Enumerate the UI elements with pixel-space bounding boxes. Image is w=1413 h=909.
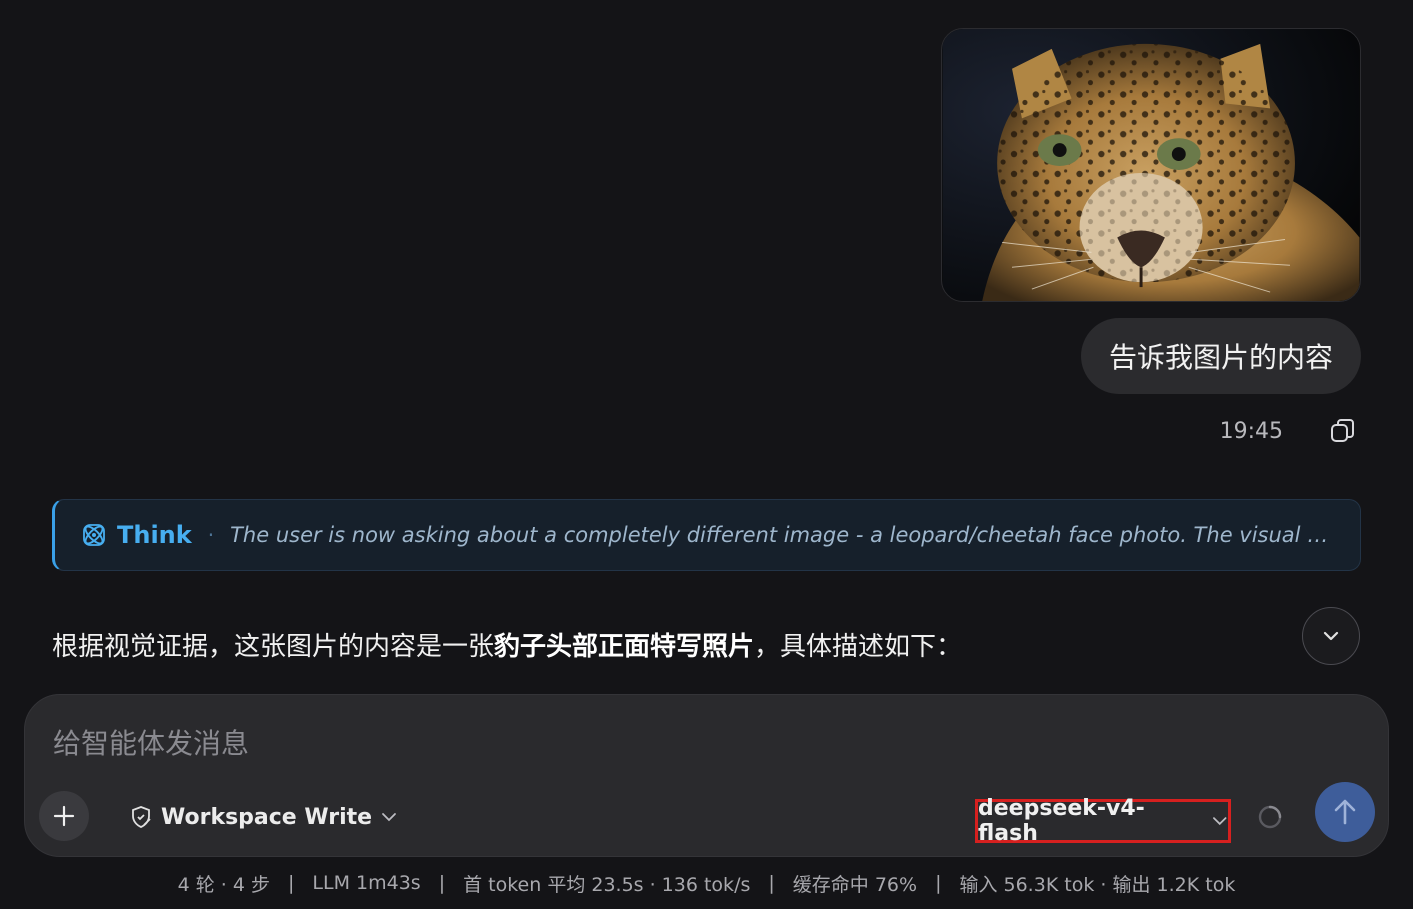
think-summary: The user is now asking about a completel… [230,523,1338,547]
think-panel[interactable]: Think · The user is now asking about a c… [52,499,1361,571]
atom-icon [83,524,105,546]
plus-icon [53,805,75,827]
status-separator: | [288,872,295,894]
message-meta: 19:45 [1220,414,1357,448]
status-cache-hit: 缓存命中 76% [792,873,918,896]
scroll-to-bottom-button[interactable] [1302,607,1360,665]
user-image-attachment[interactable] [941,28,1361,302]
assistant-answer: 根据视觉证据，这张图片的内容是一张豹子头部正面特写照片，具体描述如下： [52,626,962,663]
status-token-io: 输入 56.3K tok · 输出 1.2K tok [959,873,1236,896]
chevron-down-icon [382,813,397,822]
copy-icon[interactable] [1329,417,1357,445]
arrow-up-icon [1334,799,1356,825]
message-time: 19:45 [1219,418,1283,444]
think-separator: · [207,523,215,547]
answer-bold: 豹子头部正面特写照片 [494,632,755,662]
chevron-down-icon [1323,631,1339,641]
status-separator: | [768,872,775,894]
chat-app: 告诉我图片的内容 19:45 Think · The user is now a… [0,0,1413,909]
think-label: Think [117,521,192,549]
status-separator: | [438,872,446,894]
status-separator: | [935,872,942,894]
loading-spinner-icon [1258,805,1282,829]
user-message-bubble: 告诉我图片的内容 [1080,318,1361,394]
shield-edit-icon [132,806,151,828]
workspace-mode-label: Workspace Write [161,804,373,830]
status-bar: 4 轮 · 4 步 | LLM 1m43s | 首 token 平均 23.5s… [0,868,1413,898]
message-composer: Workspace Write deepseek-v4-flash [24,694,1389,857]
add-attachment-button[interactable] [39,791,89,841]
status-first-token: 首 token 平均 23.5s · 136 tok/s [463,873,751,896]
answer-prefix: 根据视觉证据，这张图片的内容是一张 [52,632,495,662]
model-label: deepseek-v4-flash [978,796,1145,846]
model-selector[interactable]: deepseek-v4-flash [975,796,1231,846]
chevron-down-icon [1212,817,1226,826]
send-button[interactable] [1315,782,1375,842]
message-input[interactable] [53,723,1053,763]
status-rounds: 4 轮 · 4 步 [177,873,271,896]
status-llm-time: LLM 1m43s [312,872,421,894]
workspace-mode-selector[interactable]: Workspace Write [129,799,398,835]
user-message-text: 告诉我图片的内容 [1108,341,1333,374]
answer-suffix: ，具体描述如下： [754,632,963,662]
leopard-photo [942,29,1360,301]
